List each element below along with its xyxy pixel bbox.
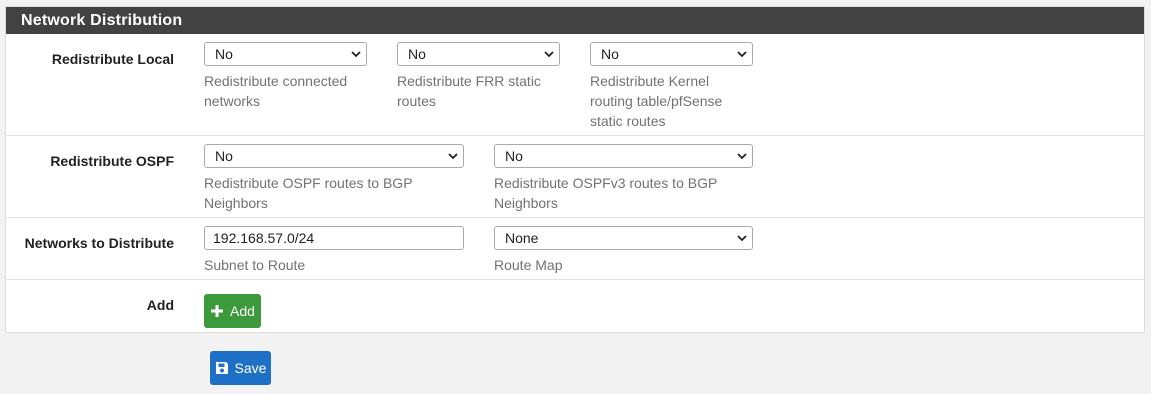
help-text: Redistribute OSPF routes to BGP Neighbor…: [204, 175, 413, 211]
select-value: No: [505, 148, 523, 164]
select-value: No: [601, 46, 619, 62]
help-text: Route Map: [494, 257, 563, 273]
select-value: No: [408, 46, 426, 62]
chevron-down-icon: [448, 153, 458, 160]
route-map-select[interactable]: None: [494, 226, 753, 250]
help-text: Redistribute Kernel routing table/pfSens…: [590, 73, 723, 129]
redistribute-frr-static-select[interactable]: No: [397, 42, 560, 66]
save-icon: [215, 362, 228, 374]
chevron-down-icon: [351, 51, 361, 58]
chevron-down-icon: [544, 51, 554, 58]
redistribute-ospf-label: Redistribute OSPF: [50, 153, 174, 169]
save-button[interactable]: Save: [210, 351, 271, 385]
select-value: No: [215, 46, 233, 62]
plus-icon: [211, 305, 224, 317]
redistribute-ospf-select[interactable]: No: [204, 144, 464, 168]
network-distribution-panel: Network Distribution Redistribute Local …: [5, 6, 1145, 333]
chevron-down-icon: [737, 235, 747, 242]
redistribute-frr-static-field: No Redistribute FRR static routes: [397, 42, 560, 111]
chevron-down-icon: [737, 51, 747, 58]
help-text: Redistribute FRR static routes: [397, 73, 541, 109]
row-redistribute-local: Redistribute Local No Redistribute conne…: [6, 34, 1144, 136]
help-text: Redistribute OSPFv3 routes to BGP Neighb…: [494, 175, 718, 211]
add-button-label: Add: [230, 303, 255, 319]
redistribute-kernel-select[interactable]: No: [590, 42, 753, 66]
panel-title: Network Distribution: [6, 7, 1144, 34]
save-button-label: Save: [234, 360, 267, 376]
redistribute-connected-select[interactable]: No: [204, 42, 367, 66]
route-map-field: None Route Map: [494, 226, 753, 275]
row-redistribute-ospf: Redistribute OSPF No Redistribute OSPF r…: [6, 136, 1144, 218]
redistribute-ospfv3-field: No Redistribute OSPFv3 routes to BGP Nei…: [494, 144, 753, 213]
redistribute-local-label: Redistribute Local: [51, 51, 174, 67]
subnet-field: 192.168.57.0/24 Subnet to Route: [204, 226, 464, 275]
redistribute-kernel-field: No Redistribute Kernel routing table/pfS…: [590, 42, 753, 131]
redistribute-ospf-field: No Redistribute OSPF routes to BGP Neigh…: [204, 144, 464, 213]
networks-to-distribute-label: Networks to Distribute: [24, 235, 174, 251]
row-networks-to-distribute: Networks to Distribute 192.168.57.0/24 S…: [6, 218, 1144, 280]
add-button[interactable]: Add: [204, 294, 261, 328]
subnet-input[interactable]: 192.168.57.0/24: [204, 226, 464, 250]
redistribute-ospfv3-select[interactable]: No: [494, 144, 753, 168]
help-text: Subnet to Route: [204, 257, 306, 273]
select-value: No: [215, 148, 233, 164]
select-value: None: [505, 230, 539, 246]
chevron-down-icon: [737, 153, 747, 160]
help-text: Redistribute connected networks: [204, 73, 348, 109]
row-add: Add Add: [6, 280, 1144, 332]
redistribute-connected-field: No Redistribute connected networks: [204, 42, 367, 111]
add-label: Add: [146, 297, 174, 313]
